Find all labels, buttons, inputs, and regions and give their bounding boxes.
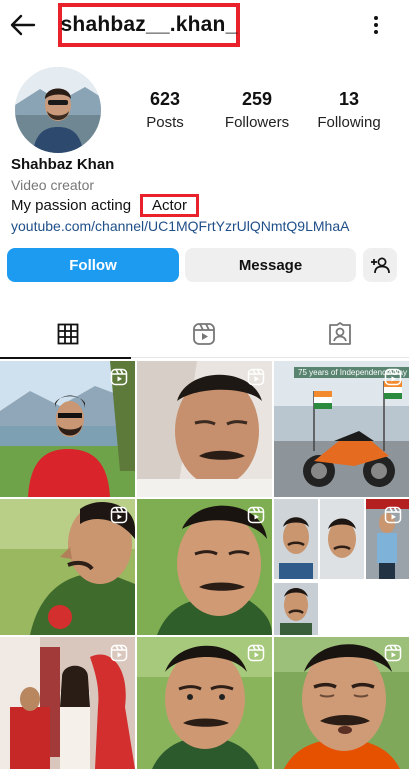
avatar-image — [15, 67, 101, 153]
grid-post-4[interactable] — [0, 499, 135, 635]
add-user-icon — [371, 257, 390, 274]
username: shahbaz__.khan_ — [60, 13, 238, 36]
reel-badge-icon — [384, 368, 402, 386]
grid-post-5[interactable] — [137, 499, 272, 635]
grid-icon — [57, 323, 79, 345]
profile-name: Shahbaz Khan — [11, 156, 115, 173]
follow-button[interactable]: Follow — [7, 248, 179, 282]
reel-badge-icon — [110, 506, 128, 524]
followers-label: Followers — [224, 114, 290, 131]
tab-reels[interactable] — [136, 310, 272, 358]
bio-text: My passion acting — [11, 197, 132, 214]
grid-post-7[interactable] — [0, 637, 135, 769]
reel-badge-icon — [247, 506, 265, 524]
posts-count: 623 — [149, 89, 181, 109]
message-button[interactable]: Message — [185, 248, 356, 282]
tab-posts[interactable] — [0, 310, 136, 359]
grid-post-2[interactable] — [137, 361, 272, 497]
tab-tagged[interactable] — [272, 310, 408, 358]
posts-label: Posts — [146, 114, 184, 131]
reels-icon — [193, 323, 215, 345]
tagged-icon — [329, 322, 351, 345]
back-button[interactable] — [8, 10, 38, 40]
grid-post-3[interactable]: 75 years of Independence Day — [274, 361, 409, 497]
grid-post-1[interactable] — [0, 361, 135, 497]
profile-tabs — [0, 310, 409, 359]
username-highlight: shahbaz__.khan_ — [58, 3, 240, 47]
suggest-users-button[interactable] — [363, 248, 397, 282]
following-label: Following — [317, 114, 381, 131]
reel-badge-icon — [247, 368, 265, 386]
bio-highlight-text: Actor — [151, 197, 187, 214]
more-options-button[interactable] — [364, 12, 388, 38]
posts-stat[interactable]: 623 Posts — [120, 88, 210, 132]
profile-category: Video creator — [11, 177, 95, 193]
arrow-left-icon — [10, 14, 36, 36]
bio-highlight-box: Actor — [140, 194, 199, 217]
grid-post-9[interactable] — [274, 637, 409, 769]
followers-count: 259 — [241, 89, 273, 109]
bio-link[interactable]: youtube.com/channel/UC1MQFrtYzrUlQNmtQ9L… — [11, 218, 349, 234]
more-vertical-icon — [374, 16, 378, 34]
top-bar: shahbaz__.khan_ — [0, 0, 409, 50]
following-count: 13 — [338, 89, 360, 109]
reel-badge-icon — [247, 644, 265, 662]
avatar[interactable] — [15, 67, 101, 153]
followers-stat[interactable]: 259 Followers — [212, 88, 302, 132]
grid-post-6[interactable] — [274, 499, 409, 635]
reel-badge-icon — [110, 644, 128, 662]
reel-badge-icon — [384, 506, 402, 524]
reel-badge-icon — [384, 644, 402, 662]
reel-badge-icon — [110, 368, 128, 386]
following-stat[interactable]: 13 Following — [304, 88, 394, 132]
grid-post-8[interactable] — [137, 637, 272, 769]
